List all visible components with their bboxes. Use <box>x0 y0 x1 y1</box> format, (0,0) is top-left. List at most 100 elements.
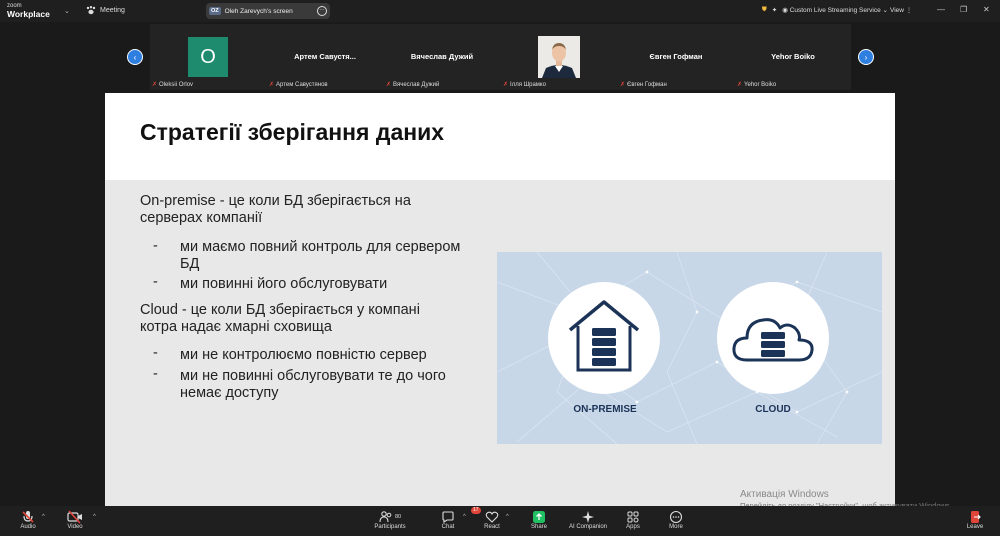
participant-label: ✗ Ілля Шрамко <box>503 81 546 89</box>
mic-muted-icon: ✗ <box>269 82 275 88</box>
apps-icon <box>627 511 639 523</box>
chat-icon <box>442 511 454 524</box>
share-button[interactable]: Share <box>514 510 564 530</box>
chevron-down-icon[interactable]: ⌄ <box>64 7 70 15</box>
mic-muted-icon: ✗ <box>737 82 743 88</box>
chat-button[interactable]: 17 Chat <box>423 507 481 530</box>
participant-tile[interactable]: Вячеслав Дужий ✗ Вячеслав Дужий <box>384 24 500 90</box>
share-title: Oleh Zarevych's screen <box>224 7 293 15</box>
more-icon <box>669 510 683 524</box>
audio-label: Audio <box>20 524 36 530</box>
slide-header: Стратегії зберігання даних <box>105 93 895 180</box>
participant-tile-name: Артем Савустя... <box>294 52 356 61</box>
broadcast-icon: ◉ <box>782 7 788 14</box>
text-line: серверах компанії <box>140 210 263 226</box>
house-server-icon <box>568 300 640 372</box>
participant-label: ✗ Oleksii Orlov <box>152 81 193 89</box>
brand-main: Workplace <box>7 9 50 19</box>
avatar <box>538 36 580 78</box>
more-icon[interactable]: ··· <box>317 6 327 16</box>
text-line: котра надає хмарні сховища <box>140 319 332 335</box>
video-label: Video <box>67 524 83 530</box>
video-button[interactable]: Video <box>50 510 100 530</box>
windows-activation-title: Активація Windows <box>740 489 829 500</box>
participants-count: 80 <box>394 514 402 520</box>
text-line: ми маємо повний контроль для сервером <box>180 239 461 255</box>
participant-tile[interactable]: Євген Гофман ✗ Євген Гофман <box>618 24 734 90</box>
on-premise-label: ON-PREMISE <box>573 404 637 415</box>
cloud-badge <box>717 282 829 394</box>
mic-muted-icon <box>22 511 34 523</box>
text-line: On-premise - це коли БД зберігається на <box>140 193 411 209</box>
zoom-window: zoom Workplace ⌄ Meeting OZ Oleh Zarevyc… <box>0 0 1000 536</box>
apps-label: Apps <box>626 524 640 530</box>
meeting-label: Meeting <box>100 7 125 14</box>
ai-companion-button[interactable]: AI Companion <box>563 510 613 530</box>
streaming-menu[interactable]: ◉ Custom Live Streaming Service ⌄ <box>782 6 888 14</box>
participant-tile[interactable]: Yehor Boiko ✗ Yehor Boiko <box>735 24 851 90</box>
participant-label: ✗ Вячеслав Дужий <box>386 81 440 89</box>
participants-button[interactable]: 80 Participants <box>365 510 415 530</box>
shield-icon[interactable]: ⛊ <box>762 6 767 14</box>
meeting-info-button[interactable]: Meeting <box>86 6 125 15</box>
sparkle-icon <box>582 511 594 523</box>
previous-page-button[interactable]: ‹ <box>127 49 143 65</box>
sharer-initials: OZ <box>209 7 221 15</box>
participant-label: ✗ Євген Гофман <box>620 81 667 89</box>
cloud-label: CLOUD <box>755 404 791 415</box>
react-button[interactable]: React <box>467 510 517 530</box>
participant-name: Євген Гофман <box>627 81 667 88</box>
sparkle-icon[interactable]: ✦ <box>772 6 777 14</box>
chat-label: Chat <box>441 524 455 530</box>
mic-muted-icon: ✗ <box>152 82 158 88</box>
top-right-controls: ⛊ ✦ ◉ Custom Live Streaming Service ⌄ <box>762 6 888 14</box>
participant-name: Вячеслав Дужий <box>393 81 440 88</box>
avatar: O <box>188 37 228 77</box>
more-button[interactable]: More <box>651 510 701 530</box>
paw-icon <box>86 6 96 15</box>
chevron-up-icon[interactable]: ^ <box>42 514 45 520</box>
leave-button[interactable]: Leave <box>950 510 1000 530</box>
mic-muted-icon: ✗ <box>620 82 626 88</box>
ai-companion-label: AI Companion <box>568 524 608 530</box>
participant-name: Yehor Boiko <box>744 81 777 88</box>
participant-name: Ілля Шрамко <box>510 81 546 88</box>
text-line: немає доступу <box>180 385 279 401</box>
screen-share-indicator[interactable]: OZ Oleh Zarevych's screen ··· <box>206 3 330 19</box>
participant-name: Артем Савустянов <box>276 81 328 88</box>
close-icon[interactable]: ✕ <box>983 5 990 14</box>
cloud-server-icon <box>732 318 814 362</box>
video-off-icon <box>67 510 82 524</box>
mic-muted-icon: ✗ <box>503 82 509 88</box>
chevron-up-icon[interactable]: ^ <box>463 514 466 520</box>
participant-label: ✗ Yehor Boiko <box>737 81 777 89</box>
participant-tile[interactable]: ✗ Ілля Шрамко <box>501 24 617 90</box>
bullet-item: ми не повинні обслуговувати те до чого н… <box>180 368 446 402</box>
text-line: ми не повинні обслуговувати те до чого <box>180 368 446 384</box>
zoom-logo: zoom Workplace <box>7 2 50 18</box>
restore-icon[interactable]: ❐ <box>960 5 967 14</box>
chevron-up-icon[interactable]: ^ <box>93 514 96 520</box>
chevron-up-icon[interactable]: ^ <box>506 514 509 520</box>
on-premise-badge <box>548 282 660 394</box>
chevron-down-icon: ⌄ <box>882 7 888 14</box>
paragraph-cloud: Cloud - це коли БД зберігається у компан… <box>140 302 420 336</box>
share-label: Share <box>530 524 547 530</box>
participant-tile-name: Євген Гофман <box>649 52 703 61</box>
bullet-dash: - <box>153 345 158 361</box>
text-line: БД <box>180 256 200 272</box>
people-icon <box>379 511 392 523</box>
participant-tile[interactable]: O ✗ Oleksii Orlov <box>150 24 266 90</box>
bullet-item: ми повинні його обслуговувати <box>180 276 388 292</box>
storage-illustration: ON-PREMISE CLOUD <box>497 252 882 444</box>
view-menu[interactable]: View ⋮ <box>890 6 912 14</box>
next-page-button[interactable]: › <box>858 49 874 65</box>
bullet-dash: - <box>153 238 158 254</box>
share-icon <box>533 511 545 523</box>
minimize-icon[interactable]: — <box>937 5 945 14</box>
heart-icon <box>485 511 499 523</box>
audio-button[interactable]: Audio <box>3 510 53 530</box>
participant-tile[interactable]: Артем Савустя... ✗ Артем Савустянов <box>267 24 383 90</box>
shared-slide: Стратегії зберігання даних On-premise - … <box>105 93 895 506</box>
leave-label: Leave <box>966 524 984 530</box>
